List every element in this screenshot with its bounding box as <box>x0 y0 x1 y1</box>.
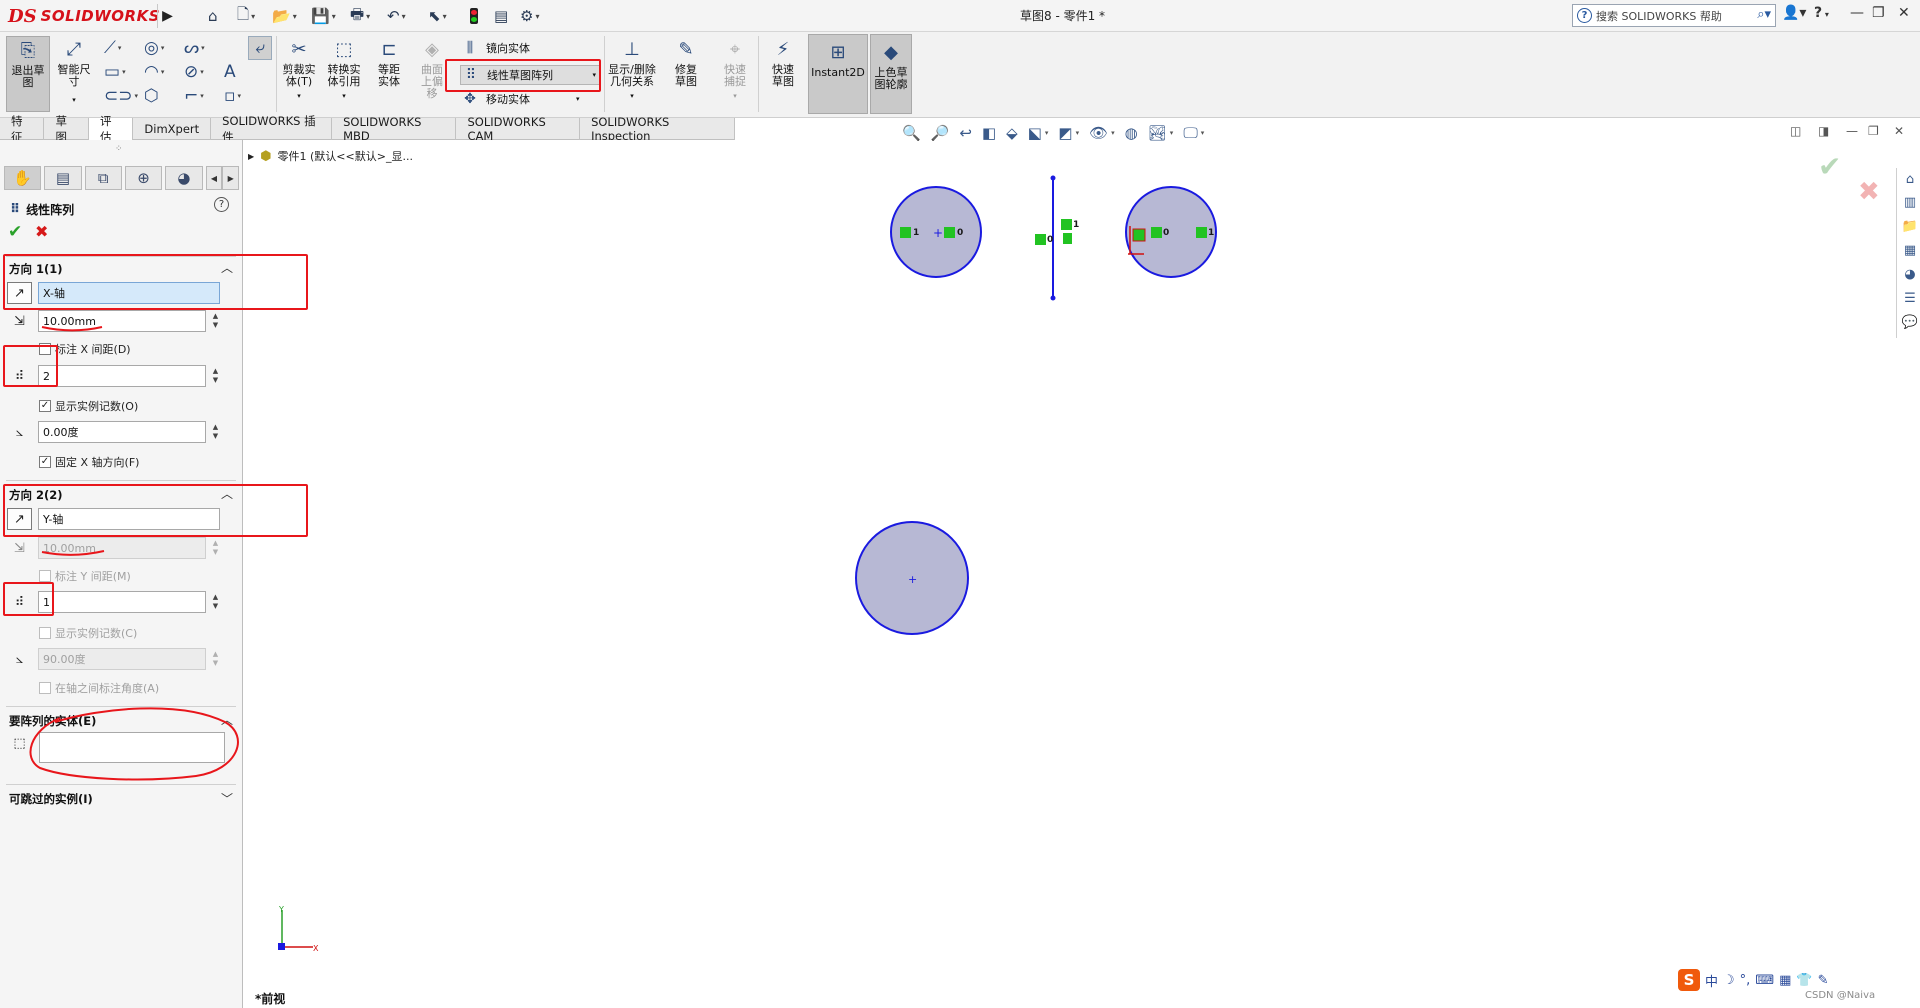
svg-text:X: X <box>313 944 319 953</box>
highlight-instances2 <box>3 582 54 616</box>
relation-label: 0 <box>1047 235 1054 245</box>
svg-text:Y: Y <box>278 905 284 914</box>
angle-icon: ⦣ <box>15 424 24 440</box>
custom-properties-icon[interactable]: ☰ <box>1901 289 1919 307</box>
checkbox-box: ✓ <box>39 400 51 412</box>
angle-spinner[interactable]: ▲ ▼ <box>209 421 222 443</box>
relation-label: 0 <box>957 228 964 238</box>
sogou-ime-toolbar[interactable]: S 中 ☽ °, ⌨ ▦ 👕 ✎ <box>1678 968 1829 992</box>
watermark: CSDN @Naiva <box>1805 990 1876 1001</box>
direction2-angle-input[interactable]: 90.00度 <box>38 648 206 670</box>
appearances-icon[interactable]: ◕ <box>1901 265 1919 283</box>
relation-label: 0 <box>1163 228 1170 238</box>
task-pane-tabs: ⌂ ▥ 📁 ▦ ◕ ☰ 💬 <box>1896 168 1920 338</box>
ime-keyboard-icon[interactable]: ⌨ <box>1755 973 1774 988</box>
ime-skin-icon[interactable]: 👕 <box>1796 973 1812 988</box>
direction1-instances-input[interactable]: 2 <box>38 365 206 387</box>
ime-mode[interactable]: 中 <box>1705 971 1718 990</box>
entities-to-pattern-title[interactable]: 要阵列的实体(E) <box>9 713 96 729</box>
angle-spinner[interactable]: ▲ ▼ <box>209 648 222 670</box>
relation-label: 1 <box>1208 228 1215 238</box>
angle-icon: ⦣ <box>15 651 24 667</box>
section-divider <box>6 480 236 481</box>
section-divider <box>6 784 236 785</box>
view-orientation-label: *前视 <box>255 992 286 1006</box>
panel-scroll-left-icon[interactable]: ◀ <box>205 166 223 190</box>
pm-help-icon[interactable]: ? <box>214 197 229 212</box>
section-divider <box>6 706 236 707</box>
ime-tools-icon[interactable]: ✎ <box>1818 973 1829 988</box>
cancel-x-icon[interactable]: ✖ <box>35 222 48 241</box>
design-library-icon[interactable]: ▥ <box>1901 193 1919 211</box>
collapse-chevron-icon[interactable]: ︿ <box>221 711 233 728</box>
forum-icon[interactable]: 💬 <box>1901 313 1919 331</box>
relation-label: 1 <box>1073 220 1080 230</box>
dimxpert-manager-tab-icon[interactable]: ⊕ <box>124 166 163 190</box>
instances-to-skip-title[interactable]: 可跳过的实例(I) <box>9 791 93 807</box>
highlight-instances1 <box>3 345 58 387</box>
ime-punct-icon[interactable]: °, <box>1740 973 1751 988</box>
sogou-logo-icon: S <box>1678 969 1700 991</box>
spacing-icon: ⇲ <box>14 313 25 329</box>
expand-chevron-icon[interactable]: ﹀ <box>221 790 233 807</box>
pm-title: ⠿ 线性阵列 <box>10 201 75 217</box>
circle-lower[interactable]: + <box>855 521 969 635</box>
spacing-spinner[interactable]: ▲ ▼ <box>209 310 222 332</box>
checkbox-box <box>39 682 51 694</box>
solidworks-resources-icon[interactable]: ⌂ <box>1901 170 1919 188</box>
direction2-spacing-input[interactable]: 10.00mm <box>38 537 206 559</box>
highlight-direction2 <box>3 484 308 537</box>
svg-text:+: + <box>933 226 943 240</box>
show-instance-count-2-checkbox[interactable]: 显示实例记数(C) <box>39 625 137 641</box>
configuration-manager-tab-icon[interactable]: ⧉ <box>84 166 122 190</box>
ok-check-icon[interactable]: ✔ <box>8 222 22 242</box>
checkbox-box <box>39 627 51 639</box>
direction2-instances-input[interactable]: 1 <box>38 591 206 613</box>
entities-select-icon: ⬚ <box>13 735 26 751</box>
property-manager-tab-icon[interactable]: ▤ <box>44 166 82 190</box>
relation-label: 1 <box>913 228 920 238</box>
entities-to-pattern-listbox[interactable] <box>39 732 225 763</box>
fix-x-axis-checkbox[interactable]: ✓ 固定 X 轴方向(F) <box>39 454 139 470</box>
ime-moon-icon[interactable]: ☽ <box>1723 973 1735 988</box>
panel-tab-bar: ✋ ▤ ⧉ ⊕ ◕ ◀ ▶ <box>4 166 239 190</box>
instances-spinner[interactable]: ▲ ▼ <box>209 365 222 387</box>
linear-pattern-icon: ⠿ <box>10 201 21 217</box>
checkbox-box <box>39 570 51 582</box>
spacing-icon: ⇲ <box>14 540 25 556</box>
panel-grip-icon[interactable]: ⁘ <box>115 144 123 154</box>
view-palette-icon[interactable]: ▦ <box>1901 241 1919 259</box>
coordinate-triad: Y X <box>278 905 319 953</box>
checkbox-box: ✓ <box>39 456 51 468</box>
svg-text:+: + <box>908 573 917 586</box>
panel-scroll-right-icon[interactable]: ▶ <box>222 166 239 190</box>
display-manager-tab-icon[interactable]: ◕ <box>165 166 203 190</box>
spacing-spinner[interactable]: ▲ ▼ <box>209 537 222 559</box>
dim-angle-between-axes-checkbox[interactable]: 在轴之间标注角度(A) <box>39 680 159 696</box>
feature-manager-tab-icon[interactable]: ✋ <box>4 166 42 190</box>
highlight-direction1 <box>3 254 308 310</box>
file-explorer-icon[interactable]: 📁 <box>1901 217 1919 235</box>
direction1-spacing-input[interactable]: 10.00mm <box>38 310 206 332</box>
instances-spinner[interactable]: ▲ ▼ <box>209 591 222 613</box>
show-instance-count-checkbox[interactable]: ✓ 显示实例记数(O) <box>39 398 138 414</box>
direction1-angle-input[interactable]: 0.00度 <box>38 421 206 443</box>
ime-grid-icon[interactable]: ▦ <box>1779 973 1791 988</box>
